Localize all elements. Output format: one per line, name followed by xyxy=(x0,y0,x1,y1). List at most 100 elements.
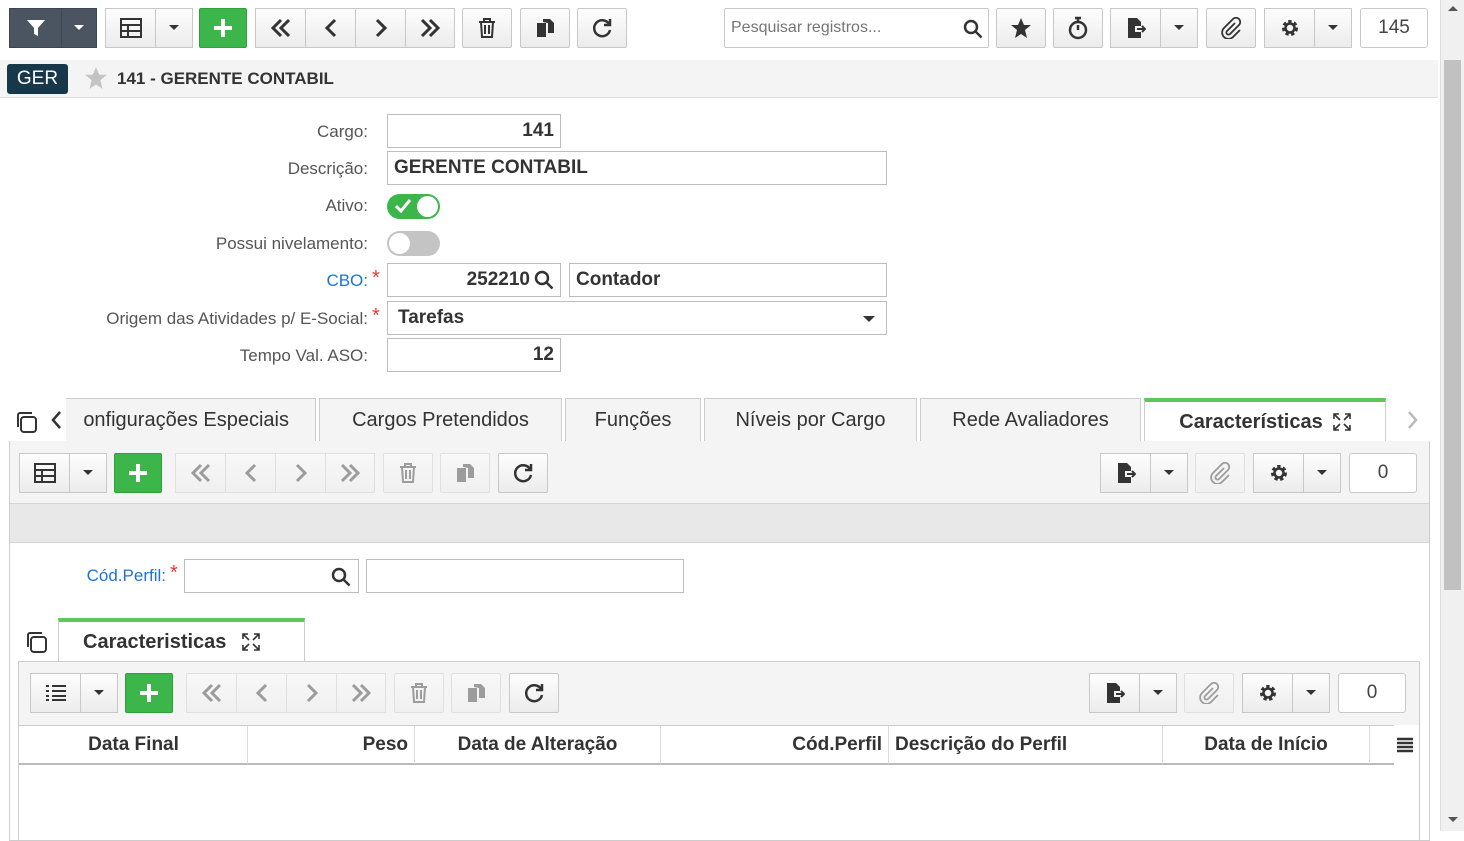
sub-delete-button[interactable] xyxy=(383,453,433,493)
sub-refresh-button[interactable] xyxy=(498,453,548,493)
cod-perfil-search-icon[interactable] xyxy=(331,567,351,587)
tab-cargos-pretendidos[interactable]: Cargos Pretendidos xyxy=(319,398,562,442)
sub-duplicate-button[interactable] xyxy=(440,453,490,493)
sub-attachment-button[interactable] xyxy=(1195,453,1245,493)
tab-rede-avaliadores[interactable]: Rede Avaliadores xyxy=(920,398,1141,442)
delete-button[interactable] xyxy=(462,8,512,48)
inner-detach-icon[interactable] xyxy=(24,630,48,654)
sub-view-dropdown-button[interactable] xyxy=(69,453,107,493)
column-header-cod-perfil[interactable]: Cód.Perfil xyxy=(661,726,889,764)
refresh-icon xyxy=(592,19,612,38)
descricao-field[interactable]: GERENTE CONTABIL xyxy=(387,151,887,185)
tab-configuracoes-especiais[interactable]: onfigurações Especiais xyxy=(66,398,316,442)
column-header-data-inicio[interactable]: Data de Início xyxy=(1163,726,1370,764)
sub-first-button[interactable] xyxy=(175,453,225,493)
tab-inner-caracteristicas[interactable]: Caracteristicas xyxy=(58,618,305,662)
previous-record-button[interactable] xyxy=(305,8,355,48)
tab-caracteristicas[interactable]: Características xyxy=(1144,398,1386,442)
detach-icon[interactable] xyxy=(14,410,38,434)
first-record-button[interactable] xyxy=(255,8,305,48)
paperclip-icon xyxy=(1199,682,1220,704)
inner-attachment-button[interactable] xyxy=(1184,673,1234,713)
tabs-scroll-right-icon[interactable] xyxy=(1405,410,1419,430)
perfil-description-field xyxy=(366,559,684,593)
scroll-up-arrow-icon[interactable] xyxy=(1447,4,1459,12)
inner-export-button[interactable] xyxy=(1089,673,1139,713)
sub-next-button[interactable] xyxy=(275,453,325,493)
sub-previous-button[interactable] xyxy=(225,453,275,493)
cod-perfil-field[interactable] xyxy=(184,559,359,593)
expand-icon[interactable] xyxy=(242,633,261,651)
refresh-button[interactable] xyxy=(577,8,627,48)
nivelamento-toggle[interactable] xyxy=(387,231,440,256)
export-dropdown-button[interactable] xyxy=(1160,8,1198,48)
sub-settings-button[interactable] xyxy=(1253,453,1303,493)
scroll-down-arrow-icon[interactable] xyxy=(1447,816,1459,824)
sub-last-button[interactable] xyxy=(325,453,375,493)
trash-icon xyxy=(411,683,427,703)
column-header-data-final[interactable]: Data Final xyxy=(20,726,248,764)
last-record-button[interactable] xyxy=(405,8,455,48)
sub-add-button[interactable] xyxy=(114,453,162,493)
add-button[interactable] xyxy=(199,8,247,48)
sub-grid-view-button[interactable] xyxy=(19,453,69,493)
tab-funcoes[interactable]: Funções xyxy=(565,398,701,442)
inner-settings-group xyxy=(1242,673,1330,713)
sub-export-button[interactable] xyxy=(1100,453,1150,493)
double-chevron-left-icon xyxy=(201,683,221,703)
origem-select[interactable]: Tarefas xyxy=(387,301,887,335)
sub-export-dropdown-button[interactable] xyxy=(1150,453,1188,493)
inner-settings-dropdown-button[interactable] xyxy=(1292,673,1330,713)
inner-list-view-button[interactable] xyxy=(30,673,80,713)
expand-icon[interactable] xyxy=(1332,413,1351,431)
inner-export-dropdown-button[interactable] xyxy=(1139,673,1177,713)
tab-niveis-por-cargo[interactable]: Níveis por Cargo xyxy=(704,398,917,442)
trash-icon xyxy=(400,463,416,483)
column-header-data-alteracao[interactable]: Data de Alteração xyxy=(415,726,661,764)
search-input[interactable] xyxy=(725,9,957,47)
filter-group xyxy=(9,8,97,48)
settings-button[interactable] xyxy=(1264,8,1314,48)
duplicate-button[interactable] xyxy=(520,8,570,48)
inner-last-button[interactable] xyxy=(336,673,386,713)
gear-icon xyxy=(1270,465,1287,481)
inner-next-button[interactable] xyxy=(286,673,336,713)
favorite-star-icon[interactable] xyxy=(84,66,108,90)
scrollbar-thumb[interactable] xyxy=(1444,60,1461,590)
inner-previous-button[interactable] xyxy=(236,673,286,713)
plus-icon xyxy=(140,684,158,702)
cod-perfil-label[interactable]: Cód.Perfil: xyxy=(40,566,166,586)
cargo-field[interactable]: 141 xyxy=(387,114,561,148)
favorite-button[interactable] xyxy=(996,8,1046,48)
inner-duplicate-button[interactable] xyxy=(451,673,501,713)
inner-settings-button[interactable] xyxy=(1242,673,1292,713)
double-chevron-left-icon xyxy=(270,18,290,38)
search-icon[interactable] xyxy=(963,19,983,39)
vertical-scrollbar[interactable] xyxy=(1440,0,1464,831)
cbo-search-icon[interactable] xyxy=(534,270,554,290)
inner-tab-label: Caracteristicas xyxy=(83,630,227,653)
export-button[interactable] xyxy=(1110,8,1160,48)
filter-button[interactable] xyxy=(9,8,61,48)
next-record-button[interactable] xyxy=(355,8,405,48)
settings-dropdown-button[interactable] xyxy=(1314,8,1352,48)
ativo-toggle[interactable] xyxy=(387,194,440,219)
tempo-field[interactable]: 12 xyxy=(387,338,561,372)
inner-first-button[interactable] xyxy=(186,673,236,713)
inner-add-button[interactable] xyxy=(125,673,173,713)
view-dropdown-button[interactable] xyxy=(155,8,193,48)
tabs-scroll-left-icon[interactable] xyxy=(50,410,64,430)
column-header-peso[interactable]: Peso xyxy=(248,726,415,764)
sub-settings-dropdown-button[interactable] xyxy=(1303,453,1341,493)
attachment-button[interactable] xyxy=(1206,8,1256,48)
inner-delete-button[interactable] xyxy=(394,673,444,713)
filter-dropdown-button[interactable] xyxy=(61,8,97,48)
column-menu-icon[interactable] xyxy=(1396,737,1414,753)
sub-header-bar xyxy=(10,503,1429,543)
inner-view-dropdown-button[interactable] xyxy=(80,673,118,713)
column-header-descricao-perfil[interactable]: Descrição do Perfil xyxy=(889,726,1163,764)
grid-view-button[interactable] xyxy=(105,8,155,48)
cbo-label[interactable]: CBO: xyxy=(100,271,368,291)
inner-refresh-button[interactable] xyxy=(509,673,559,713)
timer-button[interactable] xyxy=(1053,8,1103,48)
